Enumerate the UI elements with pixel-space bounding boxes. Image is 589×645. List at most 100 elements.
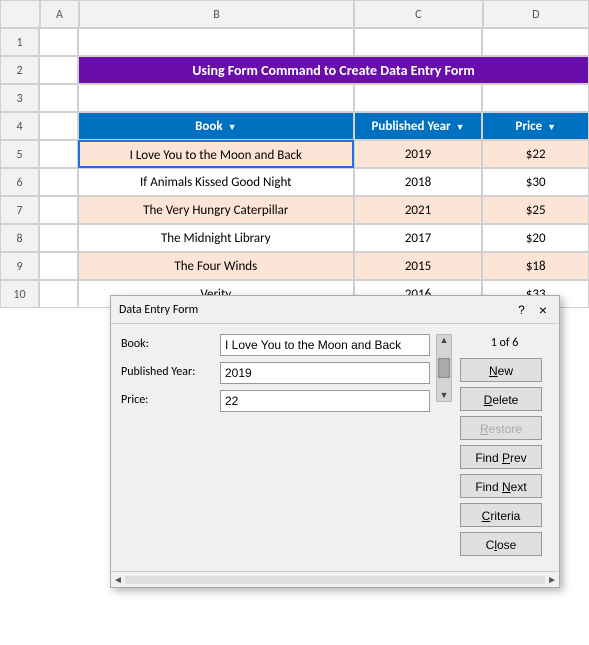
cell-9a bbox=[39, 252, 78, 280]
scroll-thumb[interactable] bbox=[438, 358, 450, 378]
row-1: 1 bbox=[0, 28, 589, 56]
cell-9b[interactable]: The Four Winds bbox=[78, 252, 354, 280]
restore-button[interactable]: Restore bbox=[460, 416, 542, 440]
cell-1d bbox=[482, 28, 589, 56]
year-input[interactable] bbox=[220, 362, 430, 384]
find-next-button[interactable]: Find Next bbox=[460, 474, 542, 498]
col-header-c: C bbox=[354, 0, 483, 28]
row-num-3: 3 bbox=[0, 84, 39, 112]
cell-2a bbox=[39, 56, 78, 84]
criteria-button[interactable]: Criteria bbox=[460, 503, 542, 527]
cell-6b[interactable]: If Animals Kissed Good Night bbox=[78, 168, 354, 196]
cell-9c[interactable]: 2015 bbox=[354, 252, 483, 280]
spreadsheet: A B C D 1 2 Using Form Command to Create… bbox=[0, 0, 589, 308]
dialog-help-button[interactable]: ? bbox=[514, 303, 529, 317]
row-3: 3 bbox=[0, 84, 589, 112]
book-label: Book: bbox=[121, 334, 216, 351]
spreadsheet-title: Using Form Command to Create Data Entry … bbox=[78, 56, 589, 84]
cell-1b bbox=[78, 28, 354, 56]
scroll-down-arrow[interactable]: ▼ bbox=[440, 391, 449, 400]
price-filter-arrow[interactable]: ▼ bbox=[547, 122, 556, 133]
col-header-b: B bbox=[79, 0, 354, 28]
book-filter-arrow[interactable]: ▼ bbox=[228, 122, 237, 133]
cell-8a bbox=[39, 224, 78, 252]
row-5: 5 I Love You to the Moon and Back 2019 $… bbox=[0, 140, 589, 168]
dialog-titlebar: Data Entry Form ? × bbox=[111, 296, 559, 324]
cell-8b[interactable]: The Midnight Library bbox=[78, 224, 354, 252]
cell-9d[interactable]: $18 bbox=[482, 252, 589, 280]
scroll-right-arrow[interactable]: ► bbox=[547, 573, 557, 586]
scroll-up-arrow[interactable]: ▲ bbox=[440, 336, 449, 345]
row-2: 2 Using Form Command to Create Data Entr… bbox=[0, 56, 589, 84]
row-9: 9 The Four Winds 2015 $18 bbox=[0, 252, 589, 280]
col-header-book[interactable]: Book ▼ bbox=[78, 112, 354, 140]
cell-6a bbox=[39, 168, 78, 196]
cell-8d[interactable]: $20 bbox=[482, 224, 589, 252]
row-num-7: 7 bbox=[0, 196, 39, 224]
row-num-10: 10 bbox=[0, 280, 39, 308]
find-prev-button[interactable]: Find Prev bbox=[460, 445, 542, 469]
cell-7c[interactable]: 2021 bbox=[354, 196, 483, 224]
record-info: 1 of 6 bbox=[460, 334, 549, 350]
cell-3b bbox=[78, 84, 354, 112]
delete-button[interactable]: Delete bbox=[460, 387, 542, 411]
row-num-8: 8 bbox=[0, 224, 39, 252]
price-input[interactable] bbox=[220, 390, 430, 412]
cell-6c[interactable]: 2018 bbox=[354, 168, 483, 196]
dialog-right-panel: 1 of 6 New Delete Restore Find Prev Find… bbox=[460, 334, 549, 561]
dialog-close-icon-button[interactable]: × bbox=[535, 302, 551, 318]
cell-3d bbox=[482, 84, 589, 112]
new-button[interactable]: New bbox=[460, 358, 542, 382]
col-header-year[interactable]: Published Year ▼ bbox=[354, 112, 483, 140]
fields-area: Book: Published Year: Price: bbox=[121, 334, 452, 561]
cell-8c[interactable]: 2017 bbox=[354, 224, 483, 252]
year-field-row: Published Year: bbox=[121, 362, 430, 384]
cell-1a bbox=[39, 28, 78, 56]
row-num-4: 4 bbox=[0, 112, 39, 140]
scroll-horizontal-track[interactable] bbox=[125, 576, 545, 584]
row-7: 7 The Very Hungry Caterpillar 2021 $25 bbox=[0, 196, 589, 224]
cell-6d[interactable]: $30 bbox=[482, 168, 589, 196]
cell-5d[interactable]: $22 bbox=[482, 140, 589, 168]
year-filter-arrow[interactable]: ▼ bbox=[456, 122, 465, 133]
book-field-row: Book: bbox=[121, 334, 430, 356]
close-dialog-button[interactable]: Close bbox=[460, 532, 542, 556]
price-input-wrap bbox=[220, 390, 430, 412]
cell-10a bbox=[39, 280, 78, 308]
dialog-body: Book: Published Year: Price: bbox=[111, 324, 559, 571]
dialog-bottom-scrollbar[interactable]: ◄ ► bbox=[111, 571, 559, 587]
cell-7d[interactable]: $25 bbox=[482, 196, 589, 224]
row-num-6: 6 bbox=[0, 168, 39, 196]
row-num-2: 2 bbox=[0, 56, 39, 84]
corner-cell bbox=[0, 0, 40, 28]
row-6: 6 If Animals Kissed Good Night 2018 $30 bbox=[0, 168, 589, 196]
cell-3a bbox=[39, 84, 78, 112]
col-header-a: A bbox=[40, 0, 79, 28]
row-8: 8 The Midnight Library 2017 $20 bbox=[0, 224, 589, 252]
cell-3c bbox=[354, 84, 483, 112]
year-input-wrap bbox=[220, 362, 430, 384]
dialog-fields: Book: Published Year: Price: bbox=[121, 334, 430, 561]
column-headers: A B C D bbox=[0, 0, 589, 28]
book-input-wrap bbox=[220, 334, 430, 356]
price-label: Price: bbox=[121, 390, 216, 407]
row-num-5: 5 bbox=[0, 140, 39, 168]
scroll-left-arrow[interactable]: ◄ bbox=[113, 573, 123, 586]
col-header-price[interactable]: Price ▼ bbox=[482, 112, 589, 140]
row-num-1: 1 bbox=[0, 28, 39, 56]
cell-5c[interactable]: 2019 bbox=[354, 140, 483, 168]
cell-5a bbox=[39, 140, 78, 168]
row-4-header: 4 Book ▼ Published Year ▼ Price ▼ bbox=[0, 112, 589, 140]
cell-7b[interactable]: The Very Hungry Caterpillar bbox=[78, 196, 354, 224]
data-entry-dialog: Data Entry Form ? × Book: Published Year… bbox=[110, 295, 560, 588]
dialog-title: Data Entry Form bbox=[119, 303, 198, 317]
cell-7a bbox=[39, 196, 78, 224]
dialog-scrollbar[interactable]: ▲ ▼ bbox=[436, 334, 452, 402]
cell-5b[interactable]: I Love You to the Moon and Back bbox=[78, 140, 354, 168]
fields-spacer bbox=[121, 418, 430, 478]
row-num-9: 9 bbox=[0, 252, 39, 280]
dialog-title-buttons: ? × bbox=[514, 302, 551, 318]
cell-4a bbox=[39, 112, 78, 140]
year-label: Published Year: bbox=[121, 362, 216, 379]
book-input[interactable] bbox=[220, 334, 430, 356]
